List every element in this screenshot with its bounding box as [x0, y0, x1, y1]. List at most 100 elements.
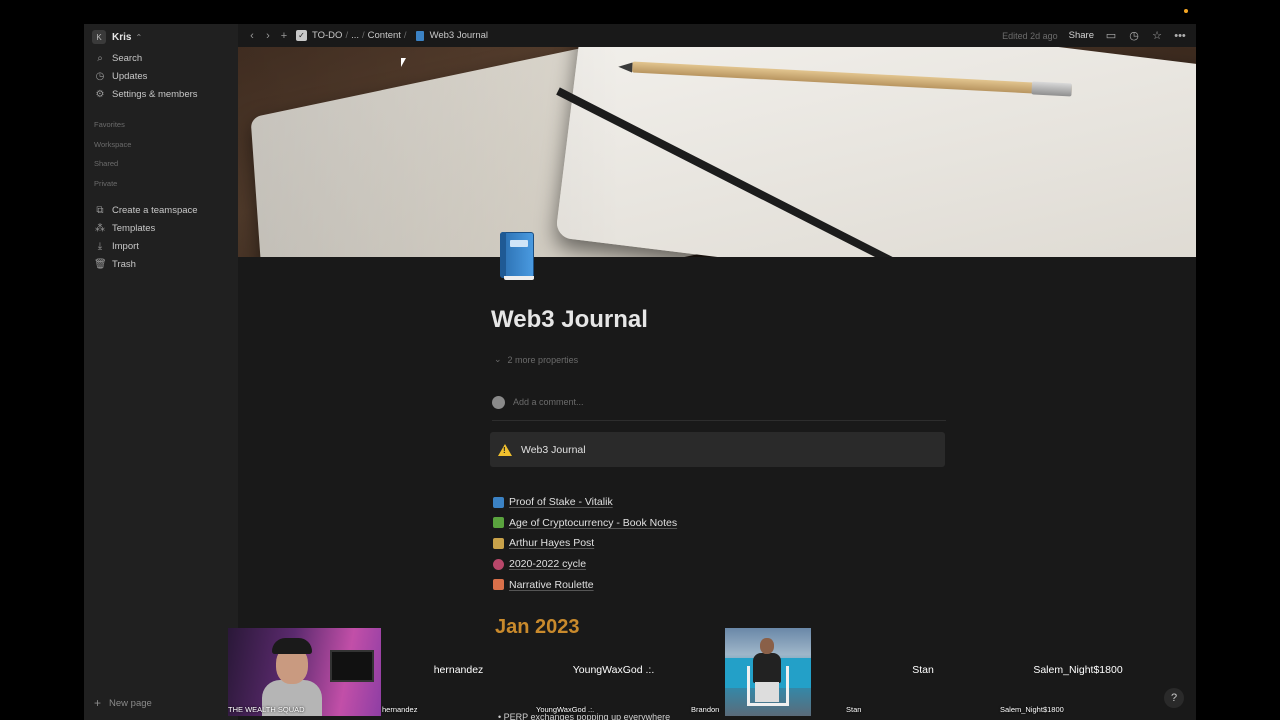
clock-icon: ◷ [95, 70, 105, 82]
webcam-strip: THE WEALTH SQUAD hernandez hernandez You… [228, 628, 1156, 716]
page-cover-image[interactable] [238, 47, 1196, 257]
workspace-name: Kris [112, 31, 132, 43]
ferris-wheel-icon [493, 558, 504, 570]
breadcrumb-separator: / [345, 30, 349, 41]
webcam-video [228, 628, 381, 716]
search-icon: ⌕ [97, 52, 103, 64]
page-link-label: Narrative Roulette [509, 578, 594, 591]
comment-input[interactable]: Add a comment... [492, 394, 946, 410]
more-icon[interactable]: ••• [1174, 30, 1186, 42]
legs [755, 682, 779, 702]
torso [753, 653, 781, 683]
slot-machine-icon [493, 579, 504, 591]
breadcrumb: ✓ TO-DO / ... / Content / Web3 Journal [292, 30, 488, 41]
seated-figure [753, 638, 781, 708]
breadcrumb-separator: / [362, 30, 365, 41]
webcam-label: THE WEALTH SQUAD [228, 705, 305, 714]
callout-block[interactable]: Web3 Journal [490, 432, 945, 467]
sidebar-item-label: Import [112, 240, 139, 252]
sidebar-item-label: Templates [112, 222, 156, 234]
new-page-button[interactable]: + New page [94, 696, 152, 710]
edited-timestamp: Edited 2d ago [1002, 30, 1058, 41]
webcam-name: Stan [912, 664, 934, 676]
green-book-icon [493, 517, 504, 529]
page-link-age-of-crypto[interactable]: Age of Cryptocurrency - Book Notes [493, 513, 677, 534]
webcam-label: Stan [846, 705, 862, 714]
sidebar-item-search[interactable]: ⌕ Search [84, 49, 238, 67]
forward-arrow-icon[interactable]: › [260, 30, 276, 42]
book-label [510, 240, 528, 247]
book-icon [415, 30, 424, 41]
webcam-tile: Stan Stan [846, 628, 1000, 716]
streamer-figure [262, 632, 322, 716]
webcam-video [725, 628, 811, 716]
sidebar: K Kris ⌃ ⌕ Search ◷ Updates ⚙ Settings &… [84, 24, 238, 720]
topbar: ‹ › + ✓ TO-DO / ... / Content / Web3 Jou… [238, 24, 1196, 47]
webcam-label: YoungWaxGod .:. [536, 705, 595, 714]
add-page-icon[interactable]: + [276, 30, 292, 42]
page-link-narrative-roulette[interactable]: Narrative Roulette [493, 574, 677, 595]
comments-icon[interactable]: ▭ [1105, 29, 1117, 42]
sidebar-item-create-teamspace[interactable]: ⧉ Create a teamspace [84, 201, 238, 219]
sidebar-item-label: Settings & members [112, 88, 198, 100]
page-link-arthur-hayes[interactable]: Arthur Hayes Post [493, 533, 677, 554]
webcam-label: Salem_Night$1800 [1000, 705, 1064, 714]
section-workspace[interactable]: Workspace [84, 135, 238, 155]
webcam-tile: Salem_Night$1800 Salem_Night$1800 [1000, 628, 1156, 716]
history-icon[interactable]: ◷ [1128, 29, 1140, 42]
templates-icon: ⁂ [95, 222, 105, 234]
trash-icon: 🗑 [94, 258, 107, 270]
page-link-proof-of-stake[interactable]: Proof of Stake - Vitalik [493, 492, 677, 513]
sidebar-item-updates[interactable]: ◷ Updates [84, 67, 238, 85]
book-pages [504, 276, 534, 280]
import-icon: ⤓ [97, 240, 103, 252]
sidebar-item-settings[interactable]: ⚙ Settings & members [84, 85, 238, 103]
sidebar-item-templates[interactable]: ⁂ Templates [84, 219, 238, 237]
help-button[interactable]: ? [1164, 688, 1184, 708]
star-icon[interactable]: ☆ [1151, 29, 1163, 42]
webcam-label: Brandon [691, 705, 720, 714]
section-private[interactable]: Private [84, 174, 238, 194]
section-shared[interactable]: Shared [84, 154, 238, 174]
breadcrumb-separator: / [403, 30, 407, 41]
section-favorites[interactable]: Favorites [84, 115, 238, 135]
sidebar-item-label: Create a teamspace [112, 204, 198, 216]
mouse-cursor-icon [401, 58, 406, 67]
breadcrumb-ellipsis[interactable]: ... [351, 30, 359, 41]
sidebar-nav: ⌕ Search ◷ Updates ⚙ Settings & members [84, 49, 238, 103]
page-link-label: 2020-2022 cycle [509, 558, 587, 571]
sidebar-item-label: Trash [112, 258, 136, 270]
webcam-name: YoungWaxGod .:. [572, 664, 655, 676]
workspace-switcher[interactable]: K Kris ⌃ [92, 26, 238, 48]
workspace-badge: K [92, 30, 106, 44]
recording-indicator-icon [1184, 9, 1188, 13]
webcam-tile: hernandez hernandez [382, 628, 535, 716]
new-page-label: New page [109, 697, 152, 709]
page-link-cycle[interactable]: 2020-2022 cycle [493, 554, 677, 575]
sidebar-item-import[interactable]: ⤓ Import [84, 237, 238, 255]
webcam-tile: YoungWaxGod .:. YoungWaxGod .:. [536, 628, 691, 716]
page-link-label: Arthur Hayes Post [509, 537, 595, 550]
sidebar-actions: ⧉ Create a teamspace ⁂ Templates ⤓ Impor… [84, 201, 238, 273]
back-arrow-icon[interactable]: ‹ [244, 30, 260, 42]
page-book-icon[interactable] [496, 232, 536, 280]
properties-toggle[interactable]: ⌄ 2 more properties [494, 354, 578, 365]
comment-placeholder: Add a comment... [513, 397, 584, 407]
cap [272, 638, 312, 654]
page-link-label: Age of Cryptocurrency - Book Notes [509, 516, 678, 529]
checkbox-icon: ✓ [296, 30, 307, 41]
breadcrumb-content[interactable]: Content [368, 30, 401, 41]
divider [492, 420, 946, 421]
page-title[interactable]: Web3 Journal [491, 306, 648, 334]
teamspace-icon: ⧉ [96, 204, 104, 216]
plus-icon: + [94, 696, 102, 710]
sidebar-item-trash[interactable]: 🗑 Trash [84, 255, 238, 273]
breadcrumb-todo[interactable]: TO-DO [312, 30, 342, 41]
breadcrumb-current-page[interactable]: Web3 Journal [430, 30, 488, 41]
notion-window: K Kris ⌃ ⌕ Search ◷ Updates ⚙ Settings &… [84, 24, 1196, 720]
share-button[interactable]: Share [1069, 30, 1094, 41]
gear-icon: ⚙ [95, 88, 105, 100]
warning-icon [498, 443, 512, 456]
page-link-label: Proof of Stake - Vitalik [509, 496, 613, 509]
properties-label: 2 more properties [507, 354, 579, 365]
